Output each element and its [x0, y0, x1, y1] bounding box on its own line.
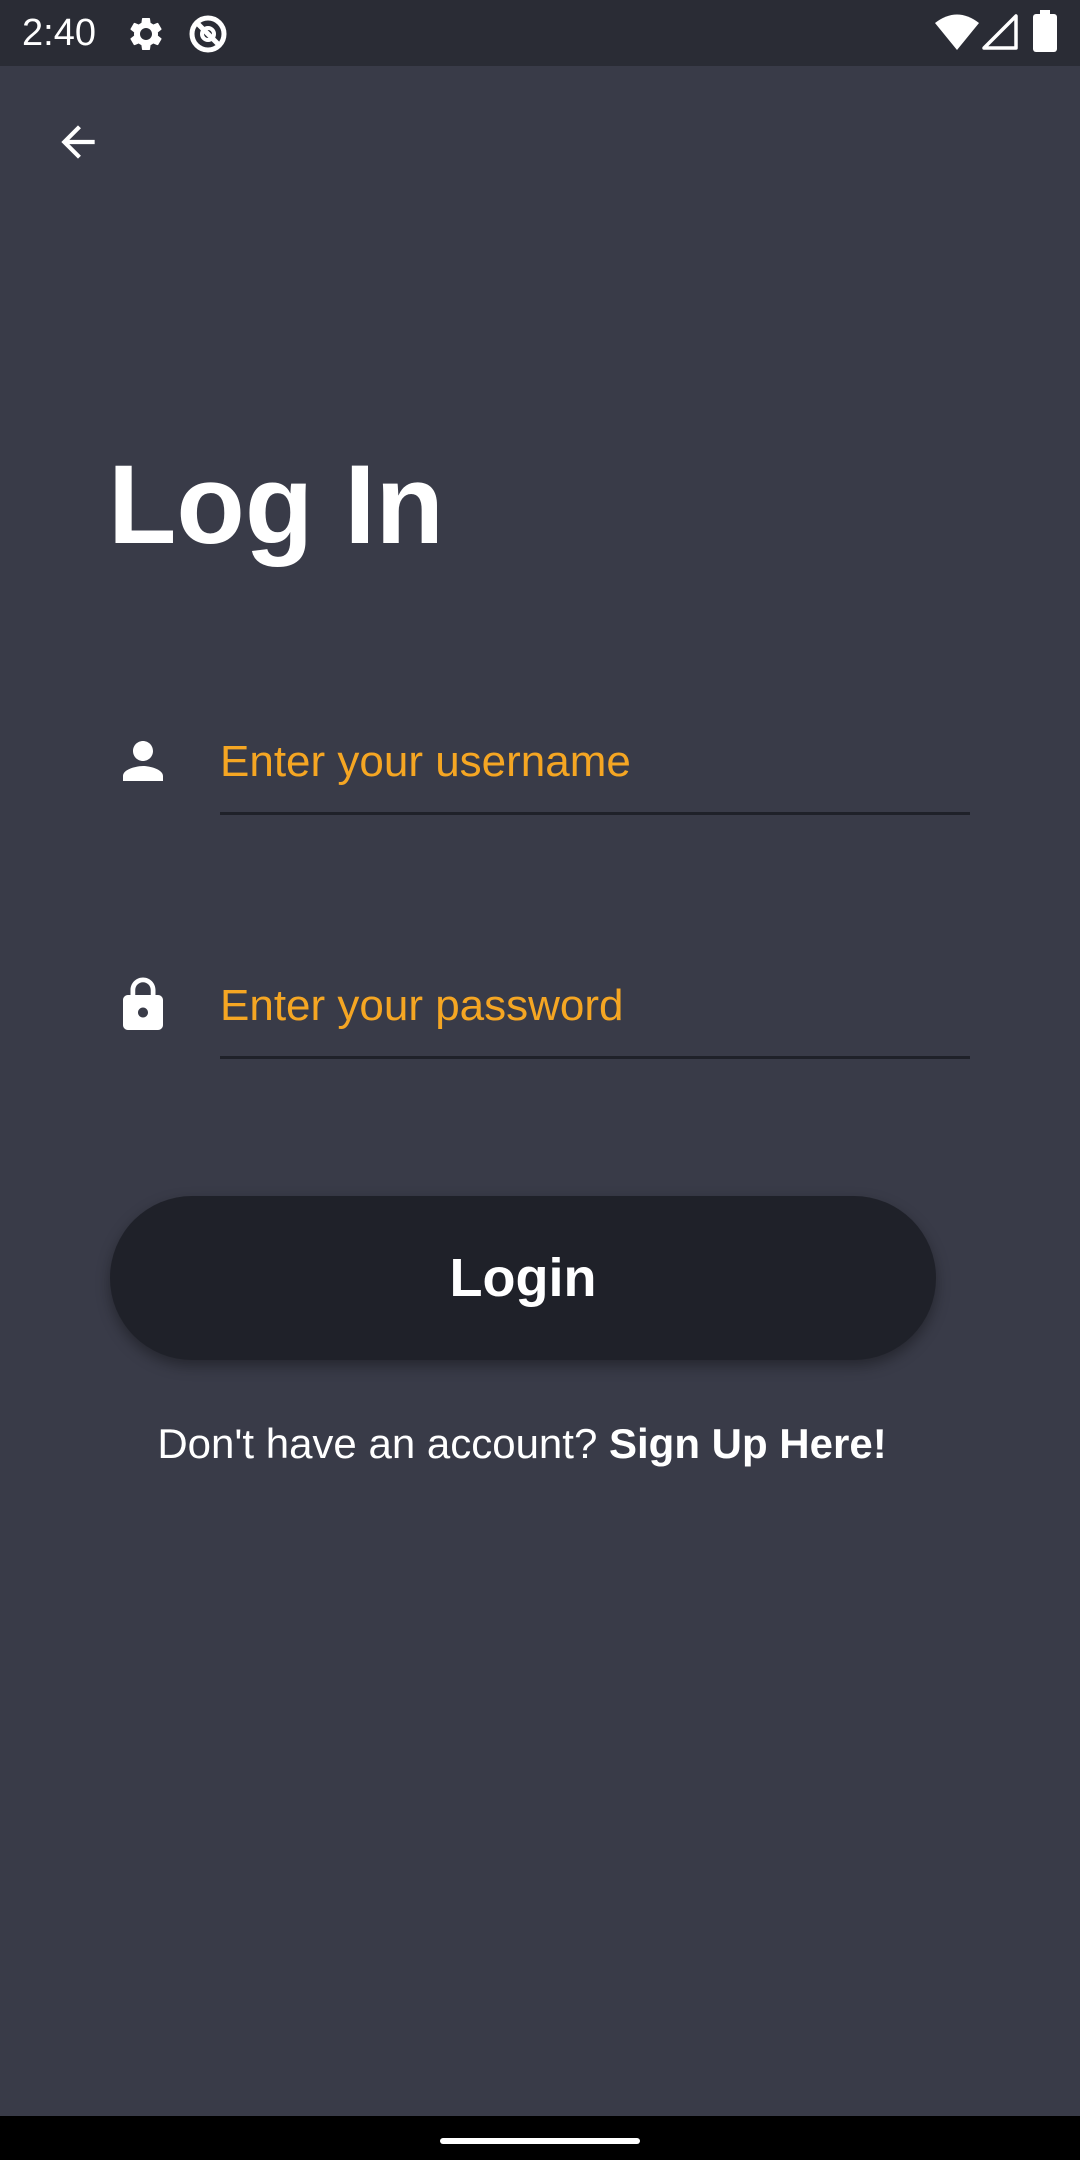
- username-field-row: [108, 712, 970, 832]
- settings-icon: [126, 14, 166, 59]
- page-title: Log In: [108, 442, 444, 567]
- password-field-row: [108, 956, 970, 1076]
- signal-icon: [982, 14, 1018, 55]
- wifi-icon: [934, 14, 980, 57]
- home-gesture-handle[interactable]: [440, 2138, 640, 2144]
- navigation-bar: [0, 2116, 1080, 2160]
- status-time: 2:40: [22, 12, 96, 54]
- lock-icon: [108, 970, 178, 1040]
- password-input[interactable]: [220, 956, 970, 1059]
- status-bar: 2:40: [0, 0, 1080, 66]
- username-input[interactable]: [220, 712, 970, 815]
- arrow-left-icon: [53, 117, 103, 172]
- person-icon: [108, 726, 178, 796]
- signup-link[interactable]: Sign Up Here!: [609, 1420, 887, 1467]
- back-button[interactable]: [38, 104, 118, 184]
- login-button[interactable]: Login: [110, 1196, 936, 1360]
- signup-row: Don't have an account? Sign Up Here!: [0, 1416, 1044, 1472]
- signup-prompt: Don't have an account?: [157, 1420, 598, 1467]
- battery-icon: [1032, 10, 1058, 57]
- vpn-icon: [186, 12, 230, 61]
